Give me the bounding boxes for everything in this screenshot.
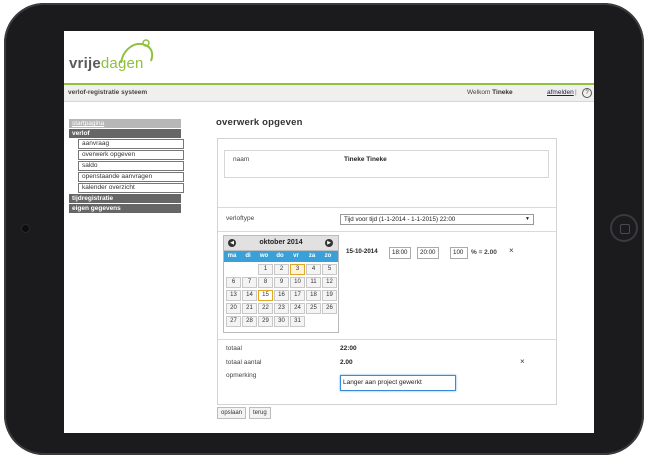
from-time-input[interactable]: 18:00 [389, 247, 411, 259]
selected-date: 15-10-2014 [344, 247, 382, 257]
sidebar-subitem-overwerk-opgeven[interactable]: overwerk opgeven [78, 150, 184, 160]
brand-logo[interactable]: vrijedagen [69, 55, 144, 72]
calendar-day[interactable]: 6 [226, 277, 241, 288]
camera-icon [22, 225, 29, 232]
sidebar-item-startpagina[interactable]: startpagina [69, 119, 181, 128]
divider [218, 339, 556, 340]
weekday-label: zo [324, 253, 332, 259]
top-bar: verlof-registratie systeem Welkom Tineke… [64, 85, 594, 102]
calendar-day[interactable]: 25 [306, 303, 321, 314]
calendar-day[interactable]: 30 [274, 316, 289, 327]
calendar-day[interactable]: 22 [258, 303, 273, 314]
total-count-value: 2.00 [340, 359, 353, 366]
welcome-text: Welkom Tineke [467, 89, 513, 96]
calendar-day[interactable]: 20 [226, 303, 241, 314]
calendar-day[interactable]: 9 [274, 277, 289, 288]
weekday-label: ma [227, 253, 237, 259]
next-month-icon[interactable]: ▶ [325, 239, 333, 247]
home-button[interactable] [610, 214, 638, 242]
remark-label: opmerking [226, 372, 257, 379]
sidebar-subitem-openstaande-aanvragen[interactable]: openstaande aanvragen [78, 172, 184, 182]
calendar-day[interactable]: 26 [322, 303, 337, 314]
calendar-day[interactable]: 23 [274, 303, 289, 314]
calendar-day[interactable]: 18 [306, 290, 321, 301]
calendar-day[interactable]: 7 [242, 277, 257, 288]
save-button[interactable]: opslaan [217, 407, 247, 419]
calendar-day[interactable]: 24 [290, 303, 305, 314]
calendar-day[interactable]: 27 [226, 316, 241, 327]
name-value: Tineke Tineke [344, 156, 387, 163]
calendar-weekdays: ma di wo do vr za zo [224, 251, 338, 262]
calendar-day[interactable]: 15 [258, 290, 273, 301]
back-button[interactable]: terug [249, 407, 271, 419]
date-picker: ◀ oktober 2014 ▶ ma di wo do vr za zo 12… [223, 235, 339, 333]
tablet-frame: vrijedagen verlof-registratie systeem We… [4, 3, 644, 455]
calendar-day[interactable]: 29 [258, 316, 273, 327]
calendar-day[interactable]: 17 [290, 290, 305, 301]
calendar-day[interactable]: 2 [274, 264, 289, 275]
total-value: 22:00 [340, 345, 357, 352]
calendar-day[interactable]: 8 [258, 277, 273, 288]
divider [218, 231, 556, 232]
separator: | [575, 89, 577, 96]
name-row: naam Tineke Tineke [224, 150, 549, 178]
calendar-day[interactable]: 28 [242, 316, 257, 327]
percent-input[interactable]: 100 [450, 247, 468, 259]
sidebar-subitem-saldo[interactable]: saldo [78, 161, 184, 171]
sidebar-item-verlof[interactable]: verlof [69, 129, 181, 138]
calendar-day[interactable]: 1 [258, 264, 273, 275]
app-name: verlof-registratie systeem [68, 89, 148, 96]
calendar-day[interactable]: 13 [226, 290, 241, 301]
calendar-day[interactable]: 3 [290, 264, 305, 275]
calendar-header: ◀ oktober 2014 ▶ [224, 236, 338, 251]
total-label: totaal [226, 345, 242, 352]
weekday-label: do [276, 253, 284, 259]
app-screen: vrijedagen verlof-registratie systeem We… [64, 31, 594, 433]
percent-result: % = 2.00 [471, 249, 497, 256]
close-icon[interactable]: × [520, 357, 525, 366]
calendar-day[interactable]: 21 [242, 303, 257, 314]
calendar-day[interactable]: 4 [306, 264, 321, 275]
sidebar-item-tijdregistratie[interactable]: tijdregistratie [69, 194, 181, 203]
sidebar-subitem-kalender-overzicht[interactable]: kalender overzicht [78, 183, 184, 193]
calendar-day[interactable]: 14 [242, 290, 257, 301]
logo-area: vrijedagen [64, 31, 594, 85]
calendar-day[interactable]: 19 [322, 290, 337, 301]
weekday-label: wo [259, 253, 269, 259]
sidebar: startpagina verlof aanvraag overwerk opg… [69, 119, 184, 214]
overtime-form: naam Tineke Tineke verloftype Tijd voor … [217, 138, 557, 405]
calendar-month: oktober 2014 [259, 239, 303, 246]
calendar-day[interactable]: 31 [290, 316, 305, 327]
remove-icon[interactable]: × [509, 246, 514, 255]
remark-input[interactable]: Langer aan project gewerkt [340, 375, 456, 391]
calendar-day[interactable]: 12 [322, 277, 337, 288]
weekday-label: vr [293, 253, 299, 259]
help-icon[interactable]: ? [582, 88, 592, 98]
divider [218, 207, 556, 208]
chevron-down-icon: ▼ [525, 216, 530, 222]
calendar-day[interactable]: 5 [322, 264, 337, 275]
page-title: overwerk opgeven [216, 117, 303, 128]
total-count-label: totaal aantal [226, 359, 262, 366]
leave-type-select[interactable]: Tijd voor tijd (1-1-2014 - 1-1-2015) 22:… [340, 214, 534, 225]
calendar-day[interactable]: 11 [306, 277, 321, 288]
logout-link[interactable]: afmelden [547, 89, 574, 96]
weekday-label: di [245, 253, 251, 259]
sidebar-item-eigen-gegevens[interactable]: eigen gegevens [69, 204, 181, 213]
calendar-day[interactable]: 10 [290, 277, 305, 288]
type-label: verloftype [226, 215, 255, 222]
name-label: naam [233, 156, 250, 163]
user-name: Tineke [492, 89, 513, 96]
calendar-day[interactable]: 16 [274, 290, 289, 301]
sidebar-subitem-aanvraag[interactable]: aanvraag [78, 139, 184, 149]
weekday-label: za [308, 253, 316, 259]
to-time-input[interactable]: 20:00 [417, 247, 439, 259]
